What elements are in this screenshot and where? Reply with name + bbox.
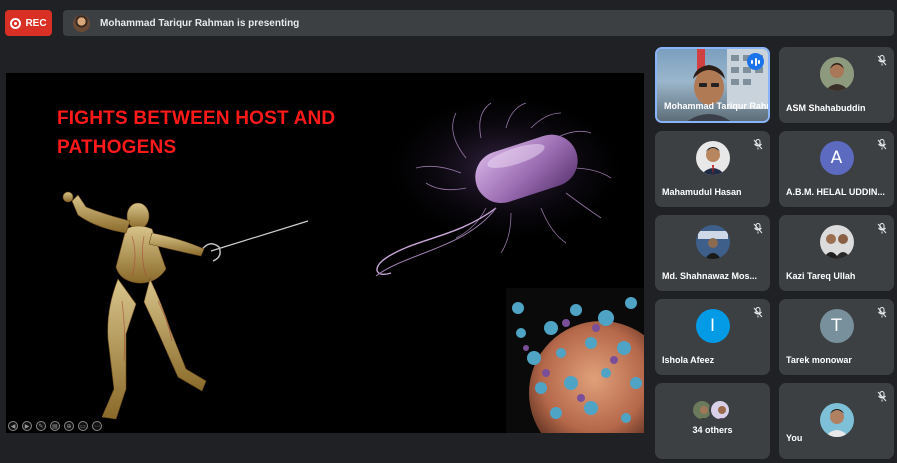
avatar-initial: I bbox=[709, 316, 715, 336]
participant-tile[interactable]: Kazi Tareq Ullah bbox=[779, 215, 894, 291]
participant-name: A.B.M. HELAL UDDIN... bbox=[786, 187, 885, 197]
avatar bbox=[695, 141, 730, 175]
participant-name: Ishola Afeez bbox=[662, 355, 715, 365]
participant-tile[interactable]: Mahamudul Hasan bbox=[655, 131, 770, 207]
anatomy-fencer-illustration bbox=[62, 191, 309, 420]
presenting-text: Mohammad Tariqur Rahman is presenting bbox=[100, 17, 300, 29]
mic-off-icon bbox=[753, 139, 763, 150]
avatar bbox=[819, 403, 854, 437]
participant-tile-others[interactable]: 34 others bbox=[655, 383, 770, 459]
participant-tile-self[interactable]: You bbox=[779, 383, 894, 459]
avatar bbox=[819, 57, 854, 91]
participant-name: Md. Shahnawaz Mos... bbox=[662, 271, 758, 281]
zoom-icon[interactable]: ⊕ bbox=[64, 421, 74, 431]
bacterium-illustration bbox=[375, 98, 626, 277]
participant-tile[interactable]: Md. Shahnawaz Mos... bbox=[655, 215, 770, 291]
next-slide-icon[interactable]: ▶ bbox=[22, 421, 32, 431]
more-icon[interactable]: ⋯ bbox=[92, 421, 102, 431]
participant-tile[interactable]: I Ishola Afeez bbox=[655, 299, 770, 375]
participant-name: Mohammad Tariqur Rahman bbox=[664, 101, 768, 111]
presenting-banner: Mohammad Tariqur Rahman is presenting bbox=[63, 10, 894, 36]
participant-tile[interactable]: A A.B.M. HELAL UDDIN... bbox=[779, 131, 894, 207]
avatar: A bbox=[819, 141, 854, 175]
slide-title: FIGHTS BETWEEN HOST AND PATHOGENS bbox=[57, 108, 336, 158]
participant-name: Kazi Tareq Ullah bbox=[786, 271, 856, 281]
slides-icon[interactable]: ▤ bbox=[50, 421, 60, 431]
others-avatar-stack bbox=[691, 399, 731, 421]
mic-off-icon bbox=[877, 223, 887, 234]
record-icon bbox=[10, 17, 22, 29]
participant-name: You bbox=[786, 433, 803, 443]
virus-illustration bbox=[506, 288, 644, 433]
pen-icon[interactable]: ✎ bbox=[36, 421, 46, 431]
avatar-initial: A bbox=[830, 148, 843, 168]
avatar-initial: T bbox=[831, 316, 842, 336]
avatar bbox=[709, 399, 731, 421]
avatar bbox=[819, 225, 854, 259]
rec-label: REC bbox=[25, 17, 47, 29]
slide-controls: ◀ ▶ ✎ ▤ ⊕ ▭ ⋯ bbox=[8, 421, 102, 431]
participant-name: Tarek monowar bbox=[786, 355, 852, 365]
participant-tile-presenter[interactable]: Mohammad Tariqur Rahman bbox=[655, 47, 770, 123]
mic-off-icon bbox=[877, 139, 887, 150]
participant-name: ASM Shahabuddin bbox=[786, 103, 866, 113]
avatar: T bbox=[819, 309, 854, 343]
mic-off-icon bbox=[877, 55, 887, 66]
recording-indicator[interactable]: REC bbox=[5, 10, 52, 36]
prev-slide-icon[interactable]: ◀ bbox=[8, 421, 18, 431]
presentation-slide: FIGHTS BETWEEN HOST AND PATHOGENS ◀ ▶ ✎ … bbox=[6, 73, 644, 433]
avatar: I bbox=[695, 309, 730, 343]
speaking-icon bbox=[747, 53, 764, 70]
mic-off-icon bbox=[877, 391, 887, 402]
presenter-avatar bbox=[73, 14, 90, 32]
others-count: 34 others bbox=[692, 425, 733, 435]
mic-off-icon bbox=[877, 307, 887, 318]
participant-name: Mahamudul Hasan bbox=[662, 187, 742, 197]
subtitle-icon[interactable]: ▭ bbox=[78, 421, 88, 431]
participant-tile[interactable]: ASM Shahabuddin bbox=[779, 47, 894, 123]
mic-off-icon bbox=[753, 307, 763, 318]
mic-off-icon bbox=[753, 223, 763, 234]
avatar bbox=[695, 225, 730, 259]
participant-tile[interactable]: T Tarek monowar bbox=[779, 299, 894, 375]
